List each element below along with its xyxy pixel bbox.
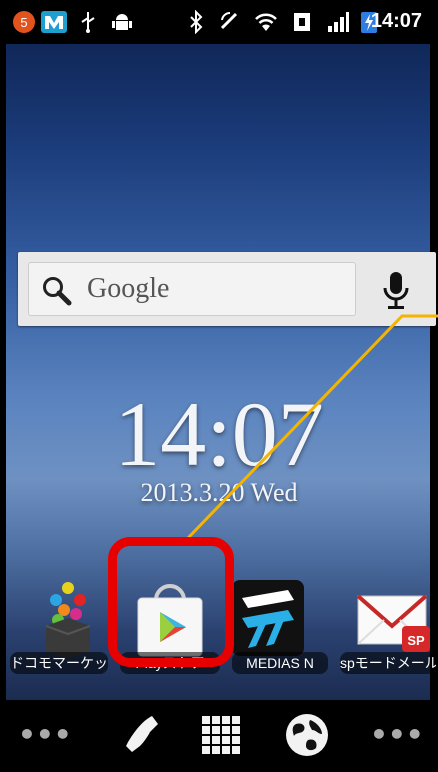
highlight-box [108, 537, 234, 667]
sp-mode-mail-icon[interactable]: SP [354, 578, 434, 658]
right-dots-button[interactable]: ••• [370, 710, 424, 760]
medias-label: MEDIAS N [232, 652, 328, 674]
docomo-market-label: ドコモマーケット [10, 652, 108, 674]
medias-icon[interactable] [228, 578, 308, 658]
docomo-market-icon[interactable] [28, 578, 108, 658]
left-dots-button[interactable]: ••• [18, 710, 72, 760]
sp-badge-text: SP [407, 633, 425, 648]
app-drawer-icon[interactable] [196, 710, 246, 760]
sp-mode-mail-label: spモードメール [340, 652, 436, 674]
phone-icon[interactable] [118, 710, 168, 760]
dock: ••• ••• [6, 700, 430, 772]
browser-icon[interactable] [282, 710, 332, 760]
